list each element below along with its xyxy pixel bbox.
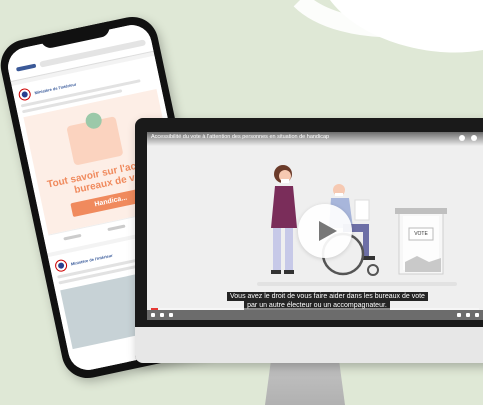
monitor-chin xyxy=(135,327,483,363)
volume-icon[interactable] xyxy=(169,313,173,317)
play-control-icon[interactable] xyxy=(151,313,155,317)
clock-icon[interactable] xyxy=(459,135,465,141)
subtitle-line-1: Vous avez le droit de vous faire aider d… xyxy=(227,292,428,301)
facebook-logo-icon xyxy=(15,63,37,72)
marianne-avatar-icon xyxy=(17,87,32,102)
desktop-monitor: Accessibilité du vote à l'attention des … xyxy=(135,118,483,363)
play-button[interactable] xyxy=(298,204,352,258)
next-icon[interactable] xyxy=(160,313,164,317)
woman-figure xyxy=(271,165,297,274)
fullscreen-icon[interactable] xyxy=(475,313,479,317)
video-player[interactable]: Accessibilité du vote à l'attention des … xyxy=(147,132,483,320)
marianne-avatar-icon xyxy=(53,258,69,273)
ballot-box xyxy=(395,208,447,275)
comment-action[interactable] xyxy=(107,223,126,231)
captions-icon[interactable] xyxy=(457,313,461,317)
video-title[interactable]: Accessibilité du vote à l'attention des … xyxy=(151,134,329,140)
share-icon[interactable] xyxy=(471,135,477,141)
like-action[interactable] xyxy=(62,233,82,241)
settings-gear-icon[interactable] xyxy=(466,313,470,317)
post-author[interactable]: Ministère de l'intérieur xyxy=(70,252,113,266)
ballot-box-label: VOTE xyxy=(414,231,428,237)
video-controls xyxy=(147,310,483,320)
post-author[interactable]: Ministère de l'intérieur xyxy=(34,81,77,95)
